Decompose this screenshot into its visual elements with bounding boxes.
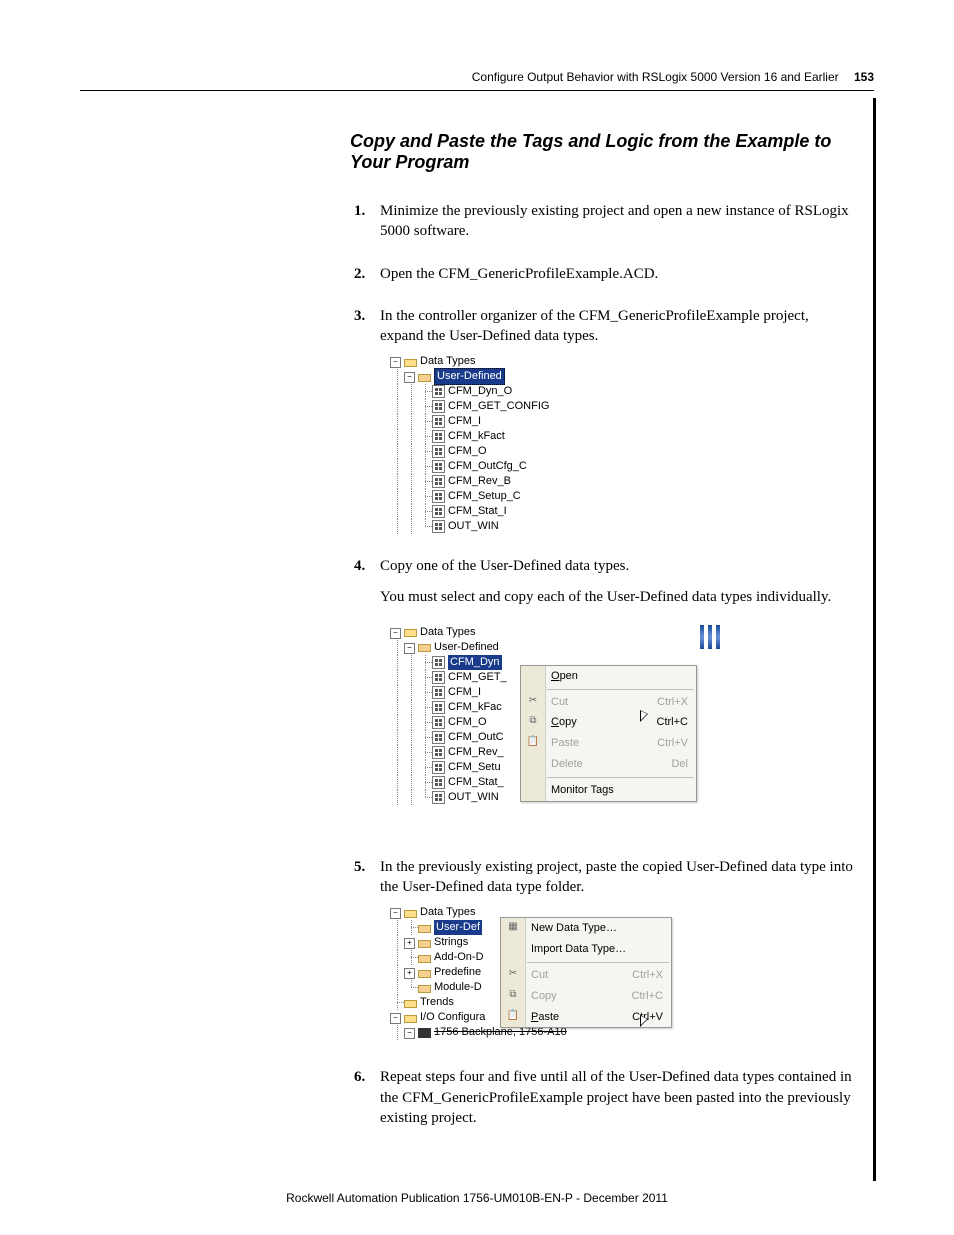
struct-icon	[432, 490, 445, 503]
step-6: 6. Repeat steps four and five until all …	[380, 1067, 854, 1128]
tree-row[interactable]: CFM_GET_CONFIG	[390, 399, 854, 414]
tree-row-data-types[interactable]: −Data Types	[390, 625, 720, 640]
menu-open[interactable]: Open	[521, 666, 696, 687]
struct-icon	[432, 430, 445, 443]
step-1: 1. Minimize the previously existing proj…	[380, 201, 854, 242]
folder-icon	[404, 627, 417, 637]
menu-import-data-type[interactable]: Import Data Type…	[501, 939, 671, 960]
header-page-number: 153	[854, 70, 874, 84]
struct-icon	[432, 475, 445, 488]
struct-icon: ▦	[505, 920, 521, 934]
tree-row[interactable]: CFM_OutCfg_C	[390, 459, 854, 474]
tree-row-data-types[interactable]: − Data Types	[390, 354, 854, 369]
struct-icon	[432, 746, 445, 759]
struct-icon	[432, 686, 445, 699]
folder-icon	[418, 983, 431, 993]
header-chapter: Configure Output Behavior with RSLogix 5…	[472, 70, 839, 84]
tree-row[interactable]: CFM_I	[390, 414, 854, 429]
tree-row-user-defined[interactable]: −User-Defined	[390, 640, 720, 655]
struct-icon	[432, 385, 445, 398]
menu-monitor-tags[interactable]: Monitor Tags	[521, 780, 696, 801]
folder-icon	[404, 908, 417, 918]
folder-icon	[418, 372, 431, 382]
section-title: Copy and Paste the Tags and Logic from t…	[80, 131, 874, 173]
folder-icon	[418, 953, 431, 963]
struct-icon	[432, 445, 445, 458]
menu-copy: ⧉CopyCtrl+C	[501, 986, 671, 1007]
tree-row[interactable]: CFM_Dyn_O	[390, 384, 854, 399]
tree-row[interactable]: CFM_kFact	[390, 429, 854, 444]
paste-icon: 📋	[525, 735, 541, 749]
struct-icon	[432, 731, 445, 744]
struct-icon	[432, 505, 445, 518]
figure-step5: −Data Types User-Def +Strings Add-On-D +…	[390, 905, 690, 1045]
figure-step4: −Data Types −User-Defined CFM_Dyn CFM_GE…	[390, 625, 720, 835]
copy-icon: ⧉	[525, 714, 541, 728]
struct-icon	[432, 791, 445, 804]
chassis-icon	[418, 1028, 431, 1038]
folder-icon	[404, 357, 417, 367]
tree-row[interactable]: CFM_Setup_C	[390, 489, 854, 504]
step-4-note: You must select and copy each of the Use…	[380, 587, 854, 607]
page-header: Configure Output Behavior with RSLogix 5…	[80, 70, 874, 91]
folder-icon	[404, 1013, 417, 1023]
page-footer: Rockwell Automation Publication 1756-UM0…	[0, 1191, 954, 1205]
step-2: 2. Open the CFM_GenericProfileExample.AC…	[380, 264, 854, 284]
menu-cut: ✂CutCtrl+X	[501, 965, 671, 986]
folder-icon	[418, 938, 431, 948]
struct-icon	[432, 656, 445, 669]
folder-icon	[418, 642, 431, 652]
paste-icon: 📋	[505, 1009, 521, 1023]
figure-step3: − Data Types − User-Defined CFM_Dyn_O CF…	[390, 354, 854, 534]
struct-icon	[432, 701, 445, 714]
scissors-icon: ✂	[505, 967, 521, 981]
menu-cut: ✂ CutCtrl+X	[521, 692, 696, 713]
struct-icon	[432, 761, 445, 774]
struct-icon	[432, 400, 445, 413]
tree-row[interactable]: CFM_Rev_B	[390, 474, 854, 489]
struct-icon	[432, 671, 445, 684]
folder-icon	[418, 968, 431, 978]
struct-icon	[432, 415, 445, 428]
menu-paste: 📋 PasteCtrl+V	[521, 733, 696, 754]
menu-new-data-type[interactable]: ▦New Data Type…	[501, 918, 671, 939]
context-menu: ▦New Data Type… Import Data Type… ✂CutCt…	[500, 917, 672, 1028]
step-3: 3. In the controller organizer of the CF…	[380, 306, 854, 535]
menu-copy[interactable]: ⧉ CopyCtrl+C	[521, 712, 696, 733]
copy-icon: ⧉	[505, 988, 521, 1002]
step-4: 4. Copy one of the User-Defined data typ…	[380, 556, 854, 835]
struct-icon	[432, 716, 445, 729]
tree-row[interactable]: CFM_O	[390, 444, 854, 459]
context-menu: Open ✂ CutCtrl+X ⧉ CopyCtrl+C 📋 PasteCtr…	[520, 665, 697, 802]
tree-row[interactable]: CFM_Stat_I	[390, 504, 854, 519]
step-5: 5. In the previously existing project, p…	[380, 857, 854, 1046]
tree-row[interactable]: OUT_WIN	[390, 519, 854, 534]
struct-icon	[432, 520, 445, 533]
struct-icon	[432, 460, 445, 473]
scissors-icon: ✂	[525, 694, 541, 708]
bars-icon	[700, 625, 720, 649]
menu-delete: DeleteDel	[521, 754, 696, 775]
folder-icon	[418, 923, 431, 933]
folder-icon	[404, 998, 417, 1008]
struct-icon	[432, 776, 445, 789]
tree-row-user-defined[interactable]: − User-Defined	[390, 369, 854, 384]
page-right-rule	[873, 98, 876, 1181]
